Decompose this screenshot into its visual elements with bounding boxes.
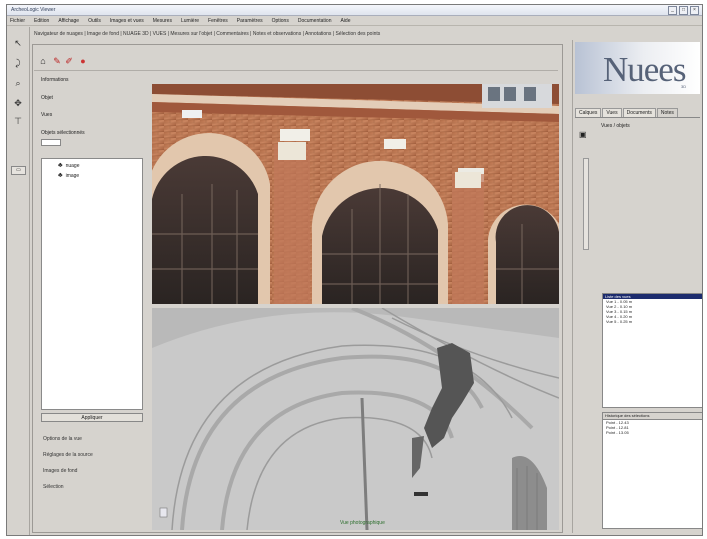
menu-item-fenetres[interactable]: Fenêtres: [208, 18, 228, 24]
selection-history-header: Historique des sélections: [603, 413, 702, 420]
point-cloud-render: [152, 308, 559, 530]
object-combo[interactable]: [41, 139, 61, 146]
menu-item-documentation[interactable]: Documentation: [298, 18, 332, 24]
tab-calques[interactable]: Calques: [575, 108, 602, 117]
option-source-settings[interactable]: Réglages de la source: [43, 452, 93, 458]
label-vues: Vues: [41, 112, 53, 118]
tab-documents[interactable]: Documents: [622, 108, 656, 117]
label-objets-selectionnes: Objets sélectionnés: [41, 130, 85, 136]
menu-item-mesures[interactable]: Mesures: [153, 18, 172, 24]
label-objet: Objet: [41, 95, 53, 101]
tree-item[interactable]: ♣ image: [58, 172, 79, 179]
logo-sub: 3D: [681, 84, 687, 89]
folder-icon[interactable]: ▣: [579, 130, 587, 139]
vertical-slider[interactable]: [583, 158, 589, 250]
maximize-button[interactable]: □: [679, 6, 688, 15]
option-background-images[interactable]: Images de fond: [43, 468, 77, 474]
minimize-button[interactable]: _: [668, 6, 677, 15]
window-title: ArcheoLogic Viewer: [11, 7, 56, 13]
logo-text: Nuees: [603, 50, 686, 89]
pan-icon[interactable]: ✥: [13, 97, 23, 109]
menu-item-lumiere[interactable]: Lumière: [181, 18, 199, 24]
selection-history-list: Historique des sélections Point - 12.43 …: [602, 412, 702, 529]
menu-item-edition[interactable]: Edition: [34, 18, 49, 24]
window-controls: _ □ ×: [668, 6, 699, 15]
right-panel: Nuees 3D Calques Vues Documents Notes ▣ …: [572, 40, 702, 533]
app-logo: Nuees 3D: [575, 42, 700, 94]
menu-item-affichage[interactable]: Affichage: [58, 18, 79, 24]
tree-item-label: nuage: [65, 162, 80, 169]
option-selection[interactable]: Sélection: [43, 484, 64, 490]
view-info-bar: Navigateur de nuages | Image de fond | N…: [34, 31, 381, 37]
open-icon[interactable]: ⌂: [38, 56, 48, 66]
views-list: Liste des vues Vue 1 - 0.05 m Vue 2 - 0.…: [602, 293, 702, 408]
pencil-icon[interactable]: ✎: [52, 56, 62, 66]
menu-item-fichier[interactable]: Fichier: [10, 18, 25, 24]
zoom-icon[interactable]: ⌕: [13, 77, 23, 89]
tree-item-label: image: [65, 172, 80, 179]
photo-view[interactable]: [152, 84, 559, 304]
menu-bar: Fichier Edition Affichage Outils Images …: [7, 16, 702, 26]
close-button[interactable]: ×: [690, 6, 699, 15]
title-bar: ArcheoLogic Viewer _ □ ×: [7, 5, 702, 16]
facade-photo: [152, 84, 559, 304]
option-view-settings[interactable]: Options de la vue: [43, 436, 82, 442]
brush-icon[interactable]: ✐: [64, 56, 74, 66]
menu-item-outils[interactable]: Outils: [88, 18, 101, 24]
object-tree: ♣ nuage ♣ image: [41, 158, 143, 410]
application-window: ArcheoLogic Viewer _ □ × Fichier Edition…: [6, 4, 703, 536]
tab-vues[interactable]: Vues: [602, 108, 622, 117]
menu-item-images[interactable]: Images et vues: [110, 18, 144, 24]
delete-icon[interactable]: ●: [78, 56, 88, 66]
apply-button[interactable]: Appliquer: [41, 413, 143, 422]
image-icon: ♣: [58, 172, 63, 179]
label-informations: Informations: [41, 77, 69, 83]
list-item[interactable]: Point - 13.05: [603, 430, 702, 435]
list-item[interactable]: Vue 5 - 0.25 m: [603, 319, 702, 324]
measure-icon[interactable]: ⊤: [13, 115, 23, 127]
tool-strip-button[interactable]: ▭: [11, 166, 26, 175]
views-objects-label: Vues / objets: [601, 123, 630, 129]
point-cloud-view[interactable]: Vue photographique: [152, 308, 559, 530]
pointer-icon[interactable]: ↖: [13, 37, 23, 49]
right-tabs: Calques Vues Documents Notes: [575, 108, 700, 118]
menu-item-aide[interactable]: Aide: [340, 18, 350, 24]
view-toolbar: ⌂ ✎ ✐ ●: [34, 53, 558, 71]
left-panel: Informations Objet Vues Objets sélection…: [35, 75, 143, 530]
view-status-label: Vue photographique: [340, 520, 385, 526]
tree-item[interactable]: ♣ nuage: [58, 162, 80, 169]
tool-strip: ↖ ⤸ ⌕ ✥ ⊤ ▭: [7, 27, 30, 535]
menu-item-options[interactable]: Options: [272, 18, 289, 24]
rotate-icon[interactable]: ⤸: [13, 57, 23, 69]
cloud-icon: ♣: [58, 162, 63, 169]
menu-item-parametres[interactable]: Paramètres: [237, 18, 263, 24]
tab-notes[interactable]: Notes: [656, 108, 678, 117]
